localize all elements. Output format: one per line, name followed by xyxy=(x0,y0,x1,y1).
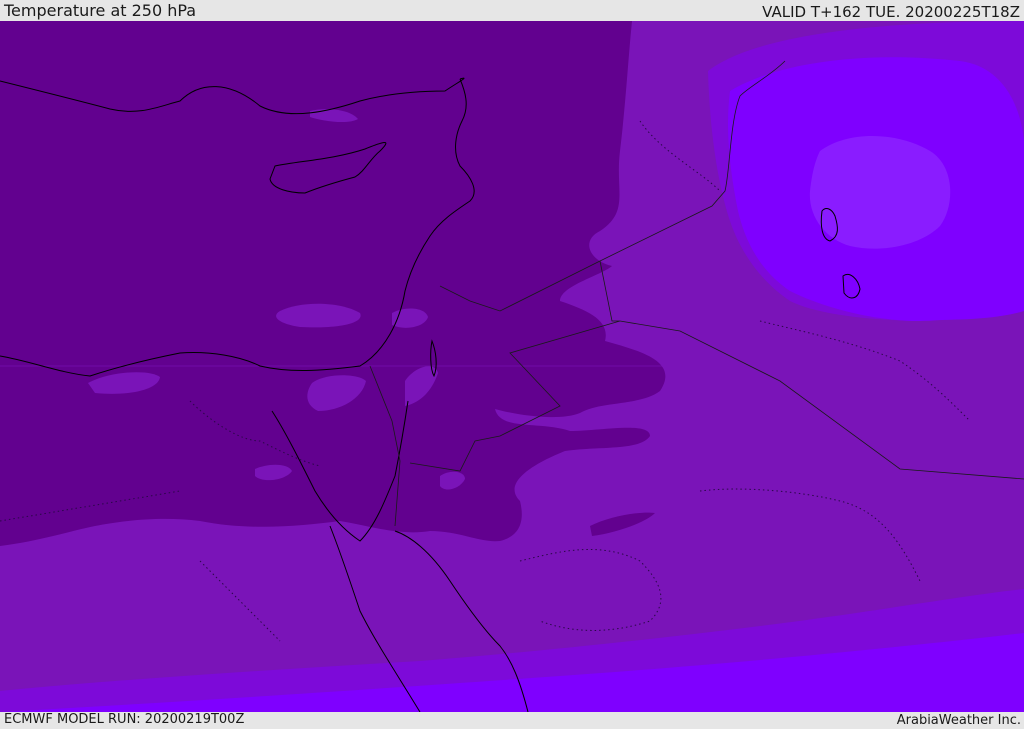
credit-label: ArabiaWeather Inc. xyxy=(896,713,1021,728)
temp-band-ne-core xyxy=(809,135,951,249)
footer-bar: ECMWF MODEL RUN: 20200219T00Z ArabiaWeat… xyxy=(0,712,1024,729)
map-canvas[interactable] xyxy=(0,21,1024,712)
header-bar: Temperature at 250 hPa VALID T+162 TUE. … xyxy=(0,0,1024,21)
map-title: Temperature at 250 hPa xyxy=(4,1,197,20)
valid-time: VALID T+162 TUE. 20200225T18Z xyxy=(762,3,1020,21)
model-run-label: ECMWF MODEL RUN: 20200219T00Z xyxy=(4,712,245,727)
temperature-map xyxy=(0,21,1024,712)
